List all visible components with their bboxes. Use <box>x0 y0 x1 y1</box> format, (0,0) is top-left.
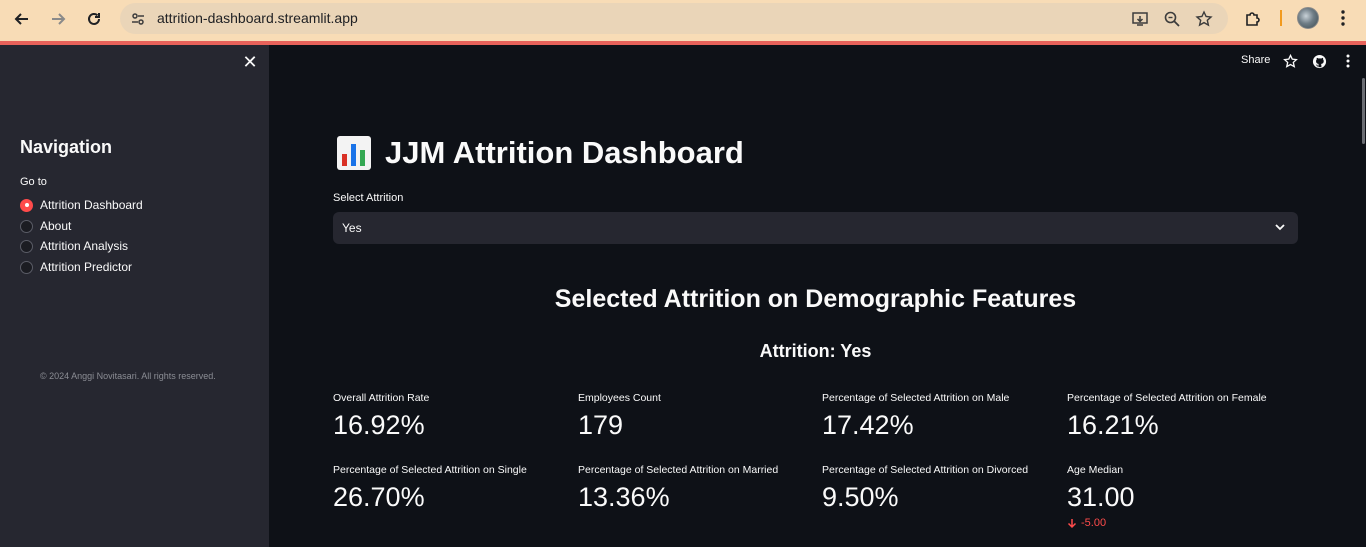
metric-value: 16.21% <box>1067 410 1159 440</box>
subsection-title: Attrition: Yes <box>759 341 872 361</box>
metric-delta: -5.00 <box>1067 517 1307 529</box>
metric-label: Age Median <box>1067 464 1124 476</box>
metric-value: 26.70% <box>333 482 425 512</box>
page-title-text: JJM Attrition Dashboard <box>385 135 744 170</box>
radio-icon[interactable] <box>20 239 33 253</box>
metric-value: 31.00 <box>1067 482 1135 512</box>
page-scrollbar[interactable] <box>1362 78 1365 144</box>
sidebar-title: Navigation <box>20 137 113 157</box>
toolbar-divider <box>1280 10 1282 26</box>
page-title: JJM Attrition Dashboard <box>337 135 744 171</box>
bar-chart-icon <box>337 136 371 170</box>
github-icon[interactable] <box>1311 53 1327 69</box>
metric-label: Percentage of Selected Attrition on Sing… <box>333 464 527 476</box>
profile-avatar[interactable] <box>1297 7 1319 29</box>
metric-label: Overall Attrition Rate <box>333 392 430 404</box>
select-attrition-value: Yes <box>342 221 362 235</box>
back-arrow-icon[interactable] <box>11 8 33 30</box>
radio-icon[interactable] <box>20 219 33 233</box>
metric-value: 17.42% <box>822 410 914 440</box>
forward-arrow-icon[interactable] <box>47 8 69 30</box>
sidebar: ✕ Navigation Go to Attrition Dashboard A… <box>0 45 269 547</box>
more-options-icon[interactable] <box>1340 53 1356 69</box>
select-attrition-dropdown[interactable]: Yes <box>333 212 1298 244</box>
sidebar-item-about[interactable]: About <box>20 217 71 235</box>
metric-label: Percentage of Selected Attrition on Divo… <box>822 464 1029 476</box>
metric-label: Percentage of Selected Attrition on Marr… <box>578 464 779 476</box>
section-title: Selected Attrition on Demographic Featur… <box>554 285 1077 313</box>
metric-label: Percentage of Selected Attrition on Male <box>822 392 1010 404</box>
sidebar-item-attrition-analysis[interactable]: Attrition Analysis <box>20 237 128 255</box>
share-button[interactable]: Share <box>1241 54 1270 66</box>
radio-icon[interactable] <box>20 260 33 274</box>
chevron-down-icon[interactable] <box>1272 219 1288 235</box>
sidebar-radio-label: Go to <box>20 176 47 188</box>
metric-age-median: Age Median 31.00 -5.00 <box>1067 464 1307 529</box>
metric-attrition-male: Percentage of Selected Attrition on Male… <box>822 392 1062 441</box>
address-bar[interactable]: attrition-dashboard.streamlit.app <box>120 3 1228 34</box>
metric-attrition-single: Percentage of Selected Attrition on Sing… <box>333 464 573 513</box>
metric-overall-attrition-rate: Overall Attrition Rate 16.92% <box>333 392 573 441</box>
sidebar-item-attrition-dashboard[interactable]: Attrition Dashboard <box>20 196 143 214</box>
sidebar-item-attrition-predictor[interactable]: Attrition Predictor <box>20 258 132 276</box>
metric-value: 16.92% <box>333 410 425 440</box>
star-icon[interactable] <box>1282 53 1298 69</box>
metric-attrition-married: Percentage of Selected Attrition on Marr… <box>578 464 818 513</box>
sidebar-close-icon[interactable]: ✕ <box>241 53 259 71</box>
install-app-icon[interactable] <box>1129 8 1151 30</box>
metric-value: 179 <box>578 410 624 440</box>
metric-value: 9.50% <box>822 482 899 512</box>
bookmark-star-icon[interactable] <box>1193 8 1215 30</box>
metric-attrition-female: Percentage of Selected Attrition on Fema… <box>1067 392 1307 441</box>
radio-selected-icon[interactable] <box>20 198 33 212</box>
extensions-icon[interactable] <box>1241 6 1265 30</box>
browser-menu-icon[interactable] <box>1331 6 1355 30</box>
select-attrition-label: Select Attrition <box>333 192 404 204</box>
sidebar-footer: © 2024 Anggi Novitasari. All rights rese… <box>40 371 216 381</box>
metric-delta-value: -5.00 <box>1081 517 1107 529</box>
metric-value: 13.36% <box>578 482 670 512</box>
reload-icon[interactable] <box>83 8 105 30</box>
arrow-down-icon <box>1067 518 1077 528</box>
zoom-icon[interactable] <box>1161 8 1183 30</box>
metric-label: Percentage of Selected Attrition on Fema… <box>1067 392 1267 404</box>
url-text[interactable]: attrition-dashboard.streamlit.app <box>157 10 358 26</box>
metric-label: Employees Count <box>578 392 661 404</box>
metric-attrition-divorced: Percentage of Selected Attrition on Divo… <box>822 464 1062 513</box>
metric-employees-count: Employees Count 179 <box>578 392 818 441</box>
site-settings-icon[interactable] <box>128 9 147 28</box>
